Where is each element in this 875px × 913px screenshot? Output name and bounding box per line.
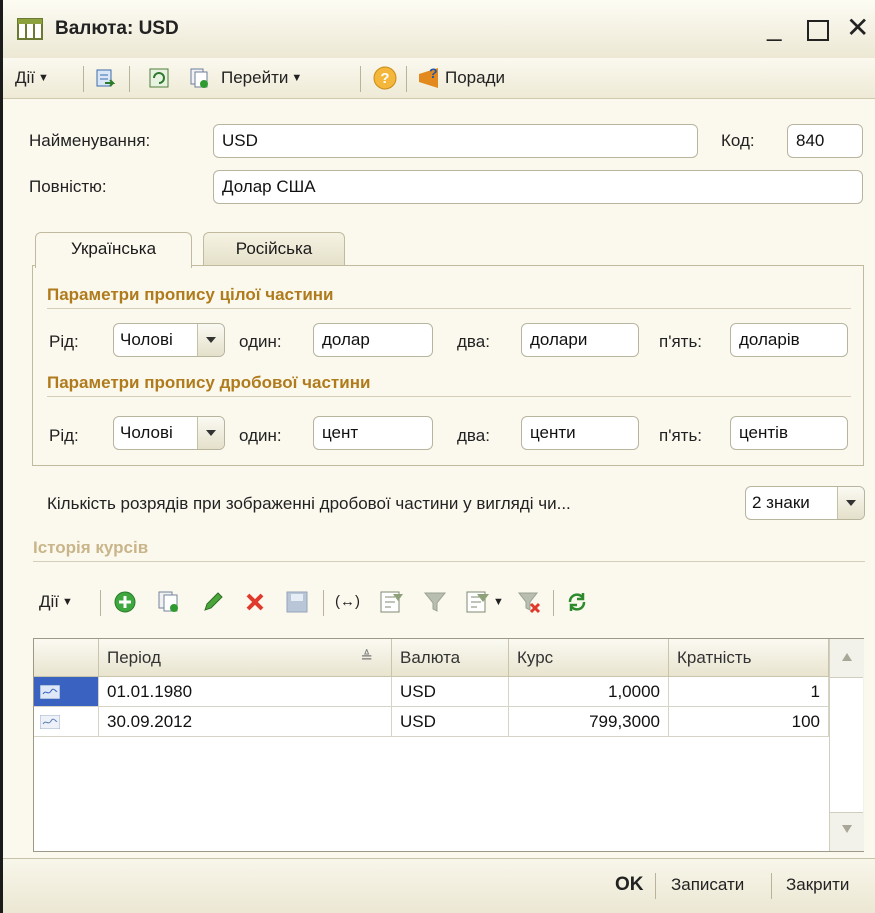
fraction-digits-select[interactable]: 2 знаки (745, 486, 865, 520)
footer-bar: OK Записати Закрити (3, 858, 875, 913)
register-record-icon (40, 715, 60, 729)
fraction-part-title: Параметри пропису дробової частини (47, 373, 371, 392)
vertical-scrollbar[interactable] (829, 639, 864, 851)
goto-menu-button[interactable]: Перейти ▼ (221, 66, 302, 90)
scroll-down-icon[interactable] (842, 825, 852, 833)
column-header-rate[interactable]: Курс (509, 639, 669, 677)
copy-row-icon[interactable] (157, 590, 181, 614)
svg-text:?: ? (380, 70, 389, 87)
register-record-icon (40, 685, 60, 699)
clear-filter-icon[interactable] (517, 590, 543, 614)
scrollbar-thumb[interactable] (830, 677, 863, 813)
chevron-down-icon[interactable] (837, 487, 864, 519)
scroll-up-icon[interactable] (842, 653, 852, 661)
code-label: Код: (721, 131, 755, 150)
chevron-down-icon[interactable] (197, 324, 224, 356)
refresh-list-icon[interactable] (565, 590, 589, 614)
tab-russian[interactable]: Російська (203, 232, 345, 267)
edit-icon[interactable] (201, 590, 225, 614)
column-header-period[interactable]: Період ≜ (99, 639, 392, 677)
integer-part-title: Параметри пропису цілої частини (47, 285, 334, 304)
table-cell[interactable]: 30.09.2012 (99, 707, 392, 737)
code-field[interactable]: 840 (787, 124, 863, 158)
window-title: Валюта: USD (55, 18, 179, 39)
close-window-button[interactable]: ✕ (846, 14, 869, 42)
fraction-two-field[interactable]: центи (521, 416, 639, 450)
delete-icon[interactable] (243, 590, 267, 614)
row-icon-cell (34, 707, 99, 737)
integer-two-label: два: (457, 332, 490, 351)
fraction-one-field[interactable]: цент (313, 416, 433, 450)
fraction-gender-label: Рід: (49, 426, 79, 445)
integer-gender-label: Рід: (49, 332, 79, 351)
integer-one-field[interactable]: долар (313, 323, 433, 357)
toolbar: Дії ▼ Перейти ▼ ? ? Поради (3, 58, 875, 99)
save-button[interactable]: Записати (671, 875, 744, 895)
sort-icon: ≜ (360, 649, 373, 666)
integer-five-label: п'ять: (659, 332, 703, 351)
rates-history-table[interactable]: Період ≜ Валюта Курс Кратність 01.01.198… (33, 638, 864, 852)
fraction-five-field[interactable]: центів (730, 416, 848, 450)
tips-icon[interactable]: ? (416, 64, 442, 92)
table-cell[interactable]: USD (392, 707, 509, 737)
integer-one-label: один: (239, 332, 282, 351)
chevron-down-icon[interactable] (197, 417, 224, 449)
tips-button[interactable]: Поради (445, 66, 505, 90)
integer-five-field[interactable]: доларів (730, 323, 848, 357)
fraction-gender-select[interactable]: Чолові (113, 416, 225, 450)
svg-text:?: ? (429, 65, 438, 81)
filter-settings-icon[interactable] (465, 590, 491, 614)
table-cell[interactable]: 1,0000 (509, 677, 669, 707)
fraction-five-label: п'ять: (659, 426, 703, 445)
full-name-label: Повністю: (29, 177, 107, 196)
fraction-digits-label: Кількість розрядів при зображенні дробов… (47, 494, 571, 513)
table-cell[interactable]: 01.01.1980 (99, 677, 392, 707)
ok-button[interactable]: OK (615, 874, 644, 896)
maximize-button[interactable] (807, 20, 829, 41)
row-icon-cell (34, 677, 99, 707)
fraction-two-label: два: (457, 426, 490, 445)
column-header-currency[interactable]: Валюта (392, 639, 509, 677)
table-cell[interactable]: USD (392, 677, 509, 707)
history-title: Історія курсів (33, 538, 149, 557)
filter-settings-dropdown[interactable]: ▼ (493, 590, 504, 614)
help-icon[interactable]: ? (373, 66, 397, 90)
fraction-one-label: один: (239, 426, 282, 445)
title-bar: Валюта: USD _ ✕ (3, 0, 875, 59)
column-header-multiplicity[interactable]: Кратність (669, 639, 829, 677)
integer-two-field[interactable]: долари (521, 323, 639, 357)
column-width-icon[interactable]: (↔) (335, 590, 360, 614)
name-label: Найменування: (29, 131, 151, 150)
post-icon[interactable] (285, 590, 309, 614)
full-name-field[interactable]: Долар США (213, 170, 863, 204)
filter-by-value-icon[interactable] (379, 590, 405, 614)
refresh-icon[interactable] (149, 68, 169, 88)
table-cell[interactable]: 799,3000 (509, 707, 669, 737)
copy-document-icon[interactable] (189, 68, 209, 88)
filter-icon[interactable] (423, 590, 447, 614)
actions-menu-button[interactable]: Дії ▼ (15, 66, 49, 90)
minimize-button[interactable]: _ (767, 14, 781, 40)
integer-gender-select[interactable]: Чолові (113, 323, 225, 357)
add-icon[interactable] (113, 590, 137, 614)
close-button[interactable]: Закрити (786, 875, 849, 895)
table-icon (17, 18, 43, 40)
save-and-close-icon[interactable] (95, 68, 115, 88)
table-cell[interactable]: 1 (669, 677, 829, 707)
currency-window: Валюта: USD _ ✕ Дії ▼ Перейти ▼ ? ? Пора… (0, 0, 875, 913)
name-field[interactable]: USD (213, 124, 698, 158)
table-cell[interactable]: 100 (669, 707, 829, 737)
history-actions-menu-button[interactable]: Дії ▼ (39, 590, 73, 614)
tab-ukrainian[interactable]: Українська (35, 232, 192, 268)
